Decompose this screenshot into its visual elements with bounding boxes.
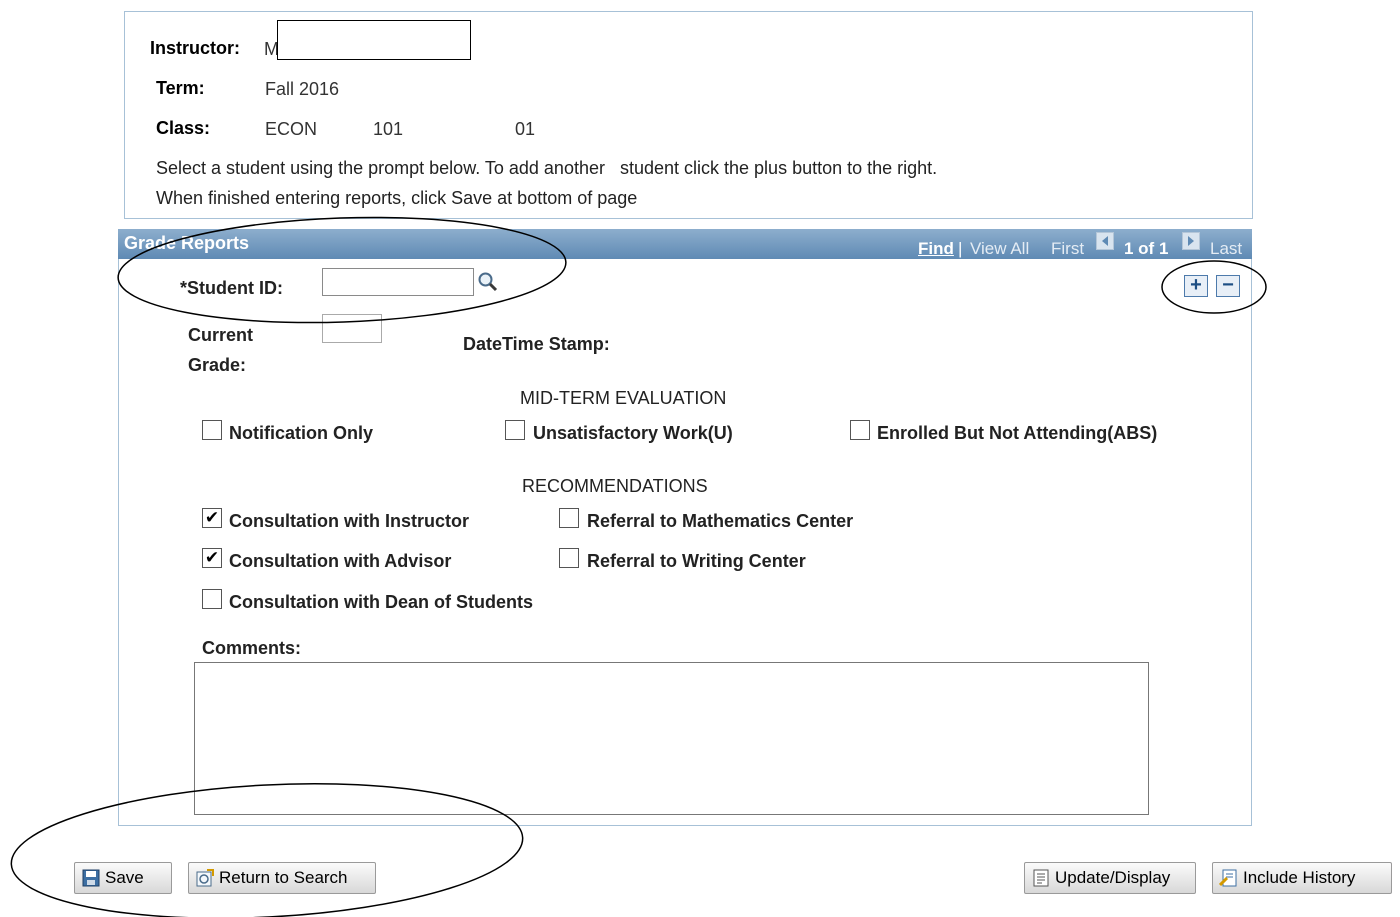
- datetime-stamp-label: DateTime Stamp:: [463, 334, 610, 354]
- return-to-search-button[interactable]: Return to Search: [188, 862, 376, 894]
- save-label: Save: [105, 868, 144, 887]
- consultation-dean-checkbox[interactable]: [202, 589, 222, 609]
- comments-label: Comments:: [202, 638, 302, 658]
- next-icon[interactable]: [1182, 232, 1200, 250]
- student-id-label: *Student ID:: [180, 278, 283, 298]
- consultation-advisor-checkbox[interactable]: ✔: [202, 548, 222, 568]
- class-number: 101: [373, 119, 404, 139]
- find-link[interactable]: Find: [918, 239, 954, 259]
- update-display-label: Update/Display: [1055, 868, 1171, 887]
- consultation-advisor-label: Consultation with Advisor: [229, 551, 452, 571]
- view-all-link[interactable]: View All: [970, 239, 1029, 259]
- unsatisfactory-work-checkbox[interactable]: [505, 420, 525, 440]
- delete-row-button[interactable]: −: [1216, 275, 1240, 297]
- first-link[interactable]: First: [1051, 239, 1084, 259]
- class-subject: ECON: [265, 119, 318, 139]
- include-history-button[interactable]: Include History: [1212, 862, 1392, 894]
- current-grade-label-1: Current: [188, 325, 254, 345]
- include-history-icon: [1219, 868, 1239, 888]
- instruction-line-1: Select a student using the prompt below.…: [156, 158, 938, 178]
- referral-math-checkbox[interactable]: [559, 508, 579, 528]
- save-button[interactable]: Save: [74, 862, 172, 894]
- consultation-dean-label: Consultation with Dean of Students: [229, 592, 533, 612]
- class-section: 01: [515, 119, 536, 139]
- class-label: Class:: [156, 118, 211, 138]
- recommendations-heading: RECOMMENDATIONS: [522, 476, 708, 496]
- instruction-line-2: When finished entering reports, click Sa…: [156, 188, 638, 208]
- consultation-instructor-checkbox[interactable]: ✔: [202, 508, 222, 528]
- referral-writing-label: Referral to Writing Center: [587, 551, 806, 571]
- enrolled-not-attending-label: Enrolled But Not Attending(ABS): [877, 423, 1158, 443]
- term-value: Fall 2016: [265, 79, 340, 99]
- return-to-search-label: Return to Search: [219, 868, 348, 887]
- current-grade-label-2: Grade:: [188, 355, 247, 375]
- consultation-instructor-label: Consultation with Instructor: [229, 511, 469, 531]
- referral-math-label: Referral to Mathematics Center: [587, 511, 854, 531]
- notification-only-label: Notification Only: [229, 423, 373, 443]
- referral-writing-checkbox[interactable]: [559, 548, 579, 568]
- student-id-input[interactable]: [322, 268, 474, 296]
- include-history-label: Include History: [1243, 868, 1356, 887]
- update-display-icon: [1031, 868, 1051, 888]
- unsatisfactory-work-label: Unsatisfactory Work(U): [533, 423, 733, 443]
- term-label: Term:: [156, 78, 205, 98]
- save-icon: [81, 868, 101, 888]
- add-row-button[interactable]: +: [1184, 275, 1208, 297]
- row-count: 1 of 1: [1124, 239, 1169, 258]
- update-display-button[interactable]: Update/Display: [1024, 862, 1196, 894]
- search-icon[interactable]: [477, 271, 499, 293]
- redaction-box: [277, 20, 471, 60]
- previous-icon[interactable]: [1096, 232, 1114, 250]
- current-grade-field: [322, 314, 382, 343]
- last-link[interactable]: Last: [1210, 239, 1242, 259]
- enrolled-not-attending-checkbox[interactable]: [850, 420, 870, 440]
- return-search-icon: [195, 868, 215, 888]
- comments-textarea[interactable]: [194, 662, 1149, 815]
- nav-separator: |: [958, 239, 963, 258]
- instructor-label: Instructor:: [150, 38, 240, 58]
- notification-only-checkbox[interactable]: [202, 420, 222, 440]
- midterm-heading: MID-TERM EVALUATION: [520, 388, 727, 408]
- grade-reports-title: Grade Reports: [124, 233, 250, 253]
